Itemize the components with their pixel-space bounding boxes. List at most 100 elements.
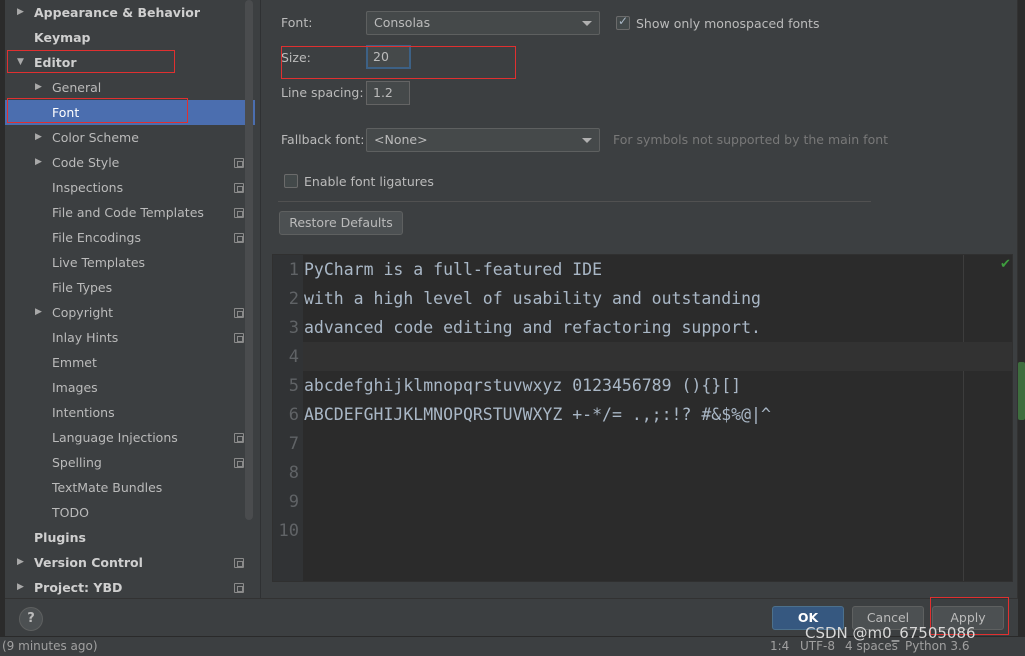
sidebar-item-images[interactable]: Images [5, 375, 255, 400]
line-number: 2 [288, 289, 299, 309]
sidebar-item-label: Emmet [52, 355, 97, 370]
sidebar-item-file-types[interactable]: File Types [5, 275, 255, 300]
sidebar-item-textmate-bundles[interactable]: TextMate Bundles [5, 475, 255, 500]
fallback-font-label: Fallback font: [281, 132, 365, 147]
sidebar-item-label: Images [52, 380, 98, 395]
restore-defaults-button[interactable]: Restore Defaults [279, 211, 403, 235]
project-scope-icon [234, 433, 244, 443]
right-margin-guide [963, 255, 964, 581]
line-spacing-input[interactable]: 1.2 [366, 81, 410, 105]
line-number: 3 [288, 318, 299, 338]
font-ligatures-checkbox[interactable] [284, 174, 298, 188]
fallback-font-hint: For symbols not supported by the main fo… [613, 132, 889, 147]
scroll-marker [1018, 362, 1025, 420]
sidebar-item-copyright[interactable]: ▶ Copyright [5, 300, 255, 325]
sidebar-item-file-encodings[interactable]: File Encodings [5, 225, 255, 250]
sidebar-item-label: Appearance & Behavior [34, 5, 200, 20]
preview-code-line [303, 516, 963, 545]
sidebar-item-label: Inspections [52, 180, 124, 195]
sidebar-item-label: Live Templates [52, 255, 146, 270]
line-spacing-label: Line spacing: [281, 85, 364, 100]
sidebar-item-label: Color Scheme [52, 130, 139, 145]
window-edge [1018, 0, 1025, 636]
collapsed-arrow-icon[interactable]: ▶ [35, 75, 47, 100]
sidebar-item-general[interactable]: ▶ General [5, 75, 255, 100]
collapsed-arrow-icon[interactable]: ▶ [35, 125, 47, 150]
sidebar-item-label: File Types [52, 280, 113, 295]
sidebar-item-code-style[interactable]: ▶ Code Style [5, 150, 255, 175]
watermark: CSDN @m0_67505086 [805, 624, 976, 642]
sidebar-item-intentions[interactable]: Intentions [5, 400, 255, 425]
sidebar-item-appearance-behavior[interactable]: ▶ Appearance & Behavior [5, 0, 255, 25]
sidebar-item-inspections[interactable]: Inspections [5, 175, 255, 200]
sidebar-item-label: TextMate Bundles [52, 480, 163, 495]
project-scope-icon [234, 208, 244, 218]
highlight-editor [7, 50, 175, 73]
sidebar-scrollbar[interactable] [245, 0, 253, 520]
font-combo-value: Consolas [374, 15, 431, 30]
collapsed-arrow-icon[interactable]: ▶ [35, 300, 47, 325]
preview-code-line: ABCDEFGHIJKLMNOPQRSTUVWXYZ +-*/= .,;:!? … [304, 405, 771, 424]
sidebar-item-label: Spelling [52, 455, 102, 470]
sidebar-item-label: Language Injections [52, 430, 178, 445]
collapsed-arrow-icon[interactable]: ▶ [35, 150, 47, 175]
sidebar-item-label: Intentions [52, 405, 115, 420]
line-number: 1 [288, 260, 299, 280]
sidebar-item-project-ybd[interactable]: ▶ Project: YBD [5, 575, 255, 598]
line-number: 6 [288, 405, 299, 425]
show-monospaced-checkbox[interactable] [616, 14, 630, 30]
font-ligatures-label: Enable font ligatures [304, 174, 434, 189]
line-number: 10 [278, 521, 299, 541]
line-number: 7 [288, 434, 299, 454]
sidebar-item-label: Inlay Hints [52, 330, 119, 345]
collapsed-arrow-icon[interactable]: ▶ [17, 575, 29, 598]
sidebar-item-live-templates[interactable]: Live Templates [5, 250, 255, 275]
project-scope-icon [234, 458, 244, 468]
sidebar-item-file-and-code-templates[interactable]: File and Code Templates [5, 200, 255, 225]
separator [278, 201, 871, 202]
sidebar-item-color-scheme[interactable]: ▶ Color Scheme [5, 125, 255, 150]
collapsed-arrow-icon[interactable]: ▶ [17, 550, 29, 575]
font-label: Font: [281, 15, 313, 30]
highlight-font [7, 98, 188, 123]
preview-code-line: advanced code editing and refactoring su… [304, 318, 761, 337]
fallback-font-combo[interactable]: <None> [366, 128, 600, 152]
collapsed-arrow-icon[interactable]: ▶ [17, 0, 29, 25]
preview-code-line: PyCharm is a full-featured IDE [304, 260, 603, 279]
sidebar-item-label: TODO [52, 505, 89, 520]
sidebar-item-inlay-hints[interactable]: Inlay Hints [5, 325, 255, 350]
sidebar-item-keymap[interactable]: Keymap [5, 25, 255, 50]
preview-code-line [303, 458, 963, 487]
line-number: 5 [288, 376, 299, 396]
project-scope-icon [234, 183, 244, 193]
chevron-down-icon [582, 21, 592, 26]
preview-code-line [303, 342, 1012, 371]
line-number: 9 [288, 492, 299, 512]
sidebar-item-todo[interactable]: TODO [5, 500, 255, 525]
project-scope-icon [234, 583, 244, 593]
preview-code-line [303, 487, 963, 516]
inspection-ok-icon: ✔ [1000, 257, 1011, 272]
project-scope-icon [234, 333, 244, 343]
preview-code-line: abcdefghijklmnopqrstuvwxyz 0123456789 ()… [304, 376, 742, 395]
preview-code-line: with a high level of usability and outst… [304, 289, 761, 308]
sidebar-item-label: Project: YBD [34, 580, 123, 595]
caret-position[interactable]: 1:4 [770, 639, 789, 653]
sidebar-item-label: Version Control [34, 555, 143, 570]
help-button[interactable]: ? [19, 607, 43, 631]
font-preview-editor[interactable]: ✔ 1 2 3 4 5 6 7 8 9 10 PyCharm is a full-featured … [272, 254, 1013, 582]
status-message: (9 minutes ago) [2, 639, 98, 653]
fallback-font-value: <None> [374, 132, 428, 147]
sidebar-item-version-control[interactable]: ▶ Version Control [5, 550, 255, 575]
sidebar-item-plugins[interactable]: Plugins [5, 525, 255, 550]
preview-code-line [303, 429, 963, 458]
font-settings-panel: Font: Consolas Show only monospaced font… [261, 0, 1018, 598]
sidebar-item-label: Keymap [34, 30, 91, 45]
sidebar-item-spelling[interactable]: Spelling [5, 450, 255, 475]
font-combo[interactable]: Consolas [366, 11, 600, 35]
highlight-size [281, 46, 516, 79]
sidebar-item-label: File and Code Templates [52, 205, 204, 220]
sidebar-item-language-injections[interactable]: Language Injections [5, 425, 255, 450]
sidebar-item-emmet[interactable]: Emmet [5, 350, 255, 375]
project-scope-icon [234, 158, 244, 168]
